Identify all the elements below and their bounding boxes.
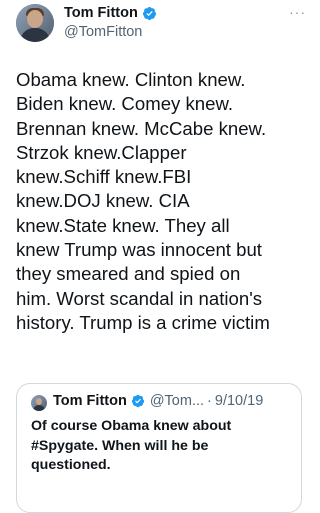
author-handle[interactable]: @TomFitton [64, 24, 142, 40]
more-options-icon[interactable]: ··· [289, 4, 306, 20]
quoted-tweet-date: 9/10/19 [214, 393, 264, 409]
quoted-author-handle: @Tom... [149, 393, 205, 409]
author-name-row[interactable]: Tom Fitton [64, 5, 157, 21]
quoted-tweet[interactable]: Tom Fitton @Tom... · 9/10/19 Of course O… [16, 383, 302, 513]
quoted-author-name: Tom Fitton [53, 393, 127, 409]
quoted-tweet-header: Tom Fitton @Tom... · 9/10/19 [53, 393, 263, 409]
separator-dot: · [207, 393, 212, 409]
verified-badge-icon [131, 394, 144, 408]
verified-badge-icon [142, 6, 156, 20]
quoted-tweet-text: Of course Obama knew about #Spygate. Whe… [31, 418, 232, 473]
tweet: Tom Fitton @TomFitton ··· Obama knew. Cl… [0, 0, 318, 513]
author-name[interactable]: Tom Fitton [64, 5, 138, 21]
quoted-author-avatar [31, 395, 47, 411]
tweet-text: Obama knew. Clinton knew. Biden knew. Co… [16, 69, 270, 333]
author-avatar[interactable] [16, 4, 54, 42]
